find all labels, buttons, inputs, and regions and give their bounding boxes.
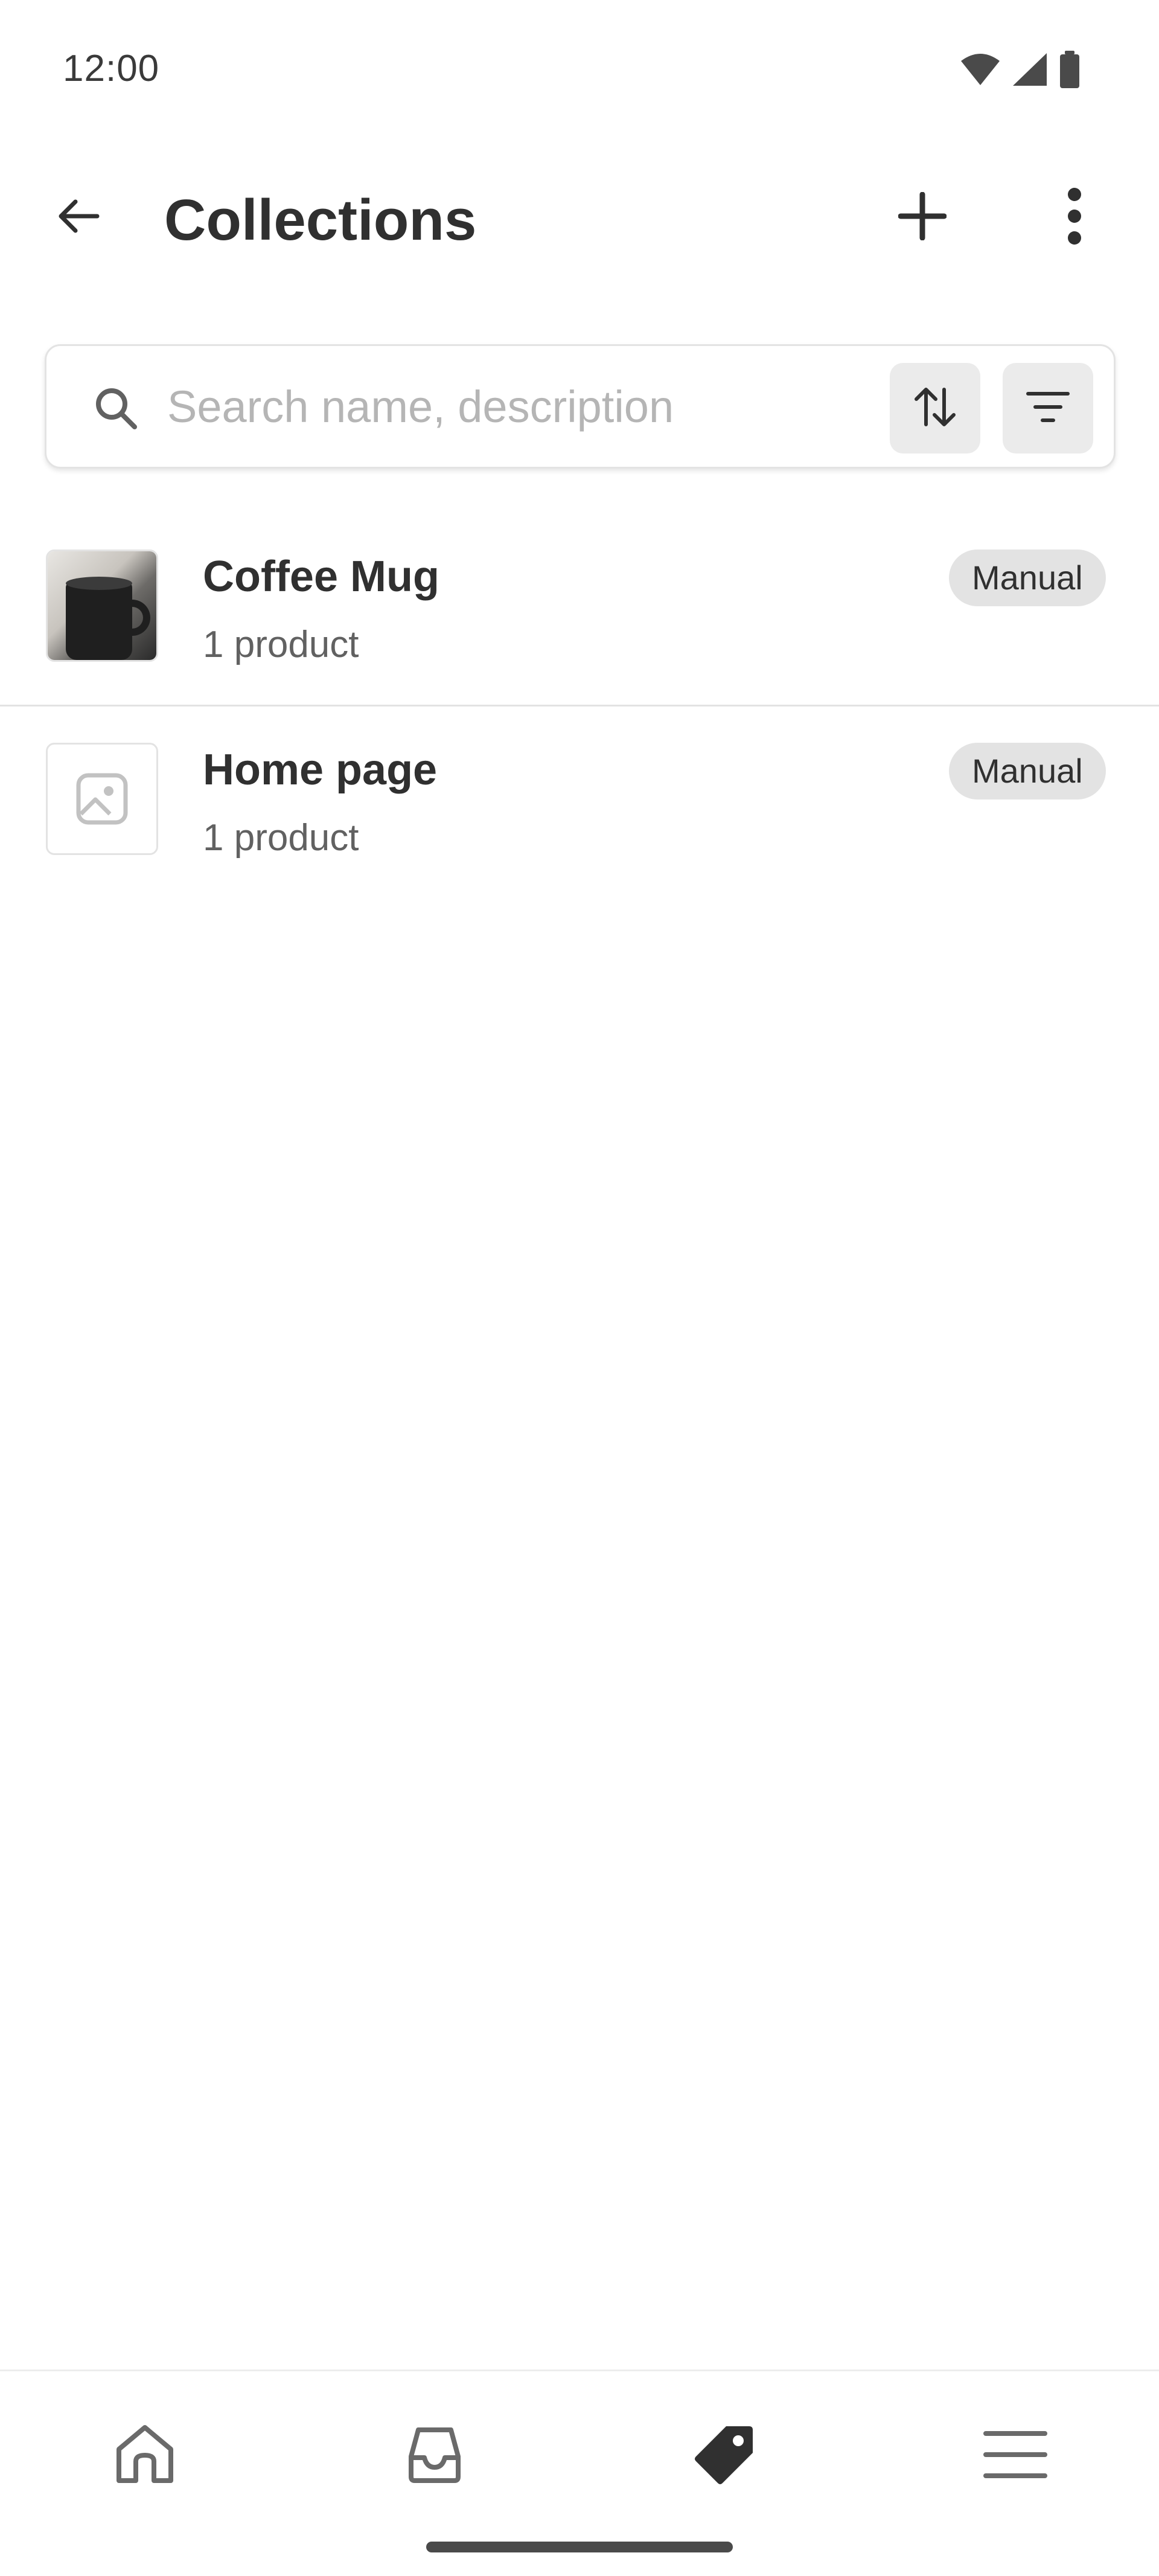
sort-arrows-icon <box>913 385 957 432</box>
collections-screen: 12:00 Collections Search name, descripti… <box>0 0 1159 2576</box>
collection-product-count: 1 product <box>203 624 359 665</box>
back-button[interactable] <box>48 187 109 248</box>
collection-row[interactable]: Home page 1 product Manual <box>0 706 1159 900</box>
cellular-signal-icon <box>1012 52 1048 87</box>
image-placeholder-icon <box>48 745 156 853</box>
filter-button[interactable] <box>1003 363 1093 453</box>
status-bar: 12:00 <box>0 0 1159 139</box>
collection-thumbnail <box>46 743 158 855</box>
collection-list: Coffee Mug 1 product Manual Home page 1 … <box>0 513 1159 900</box>
status-icons <box>960 51 1081 88</box>
page-title: Collections <box>164 188 477 252</box>
search-input[interactable] <box>166 370 860 443</box>
wifi-icon <box>960 53 1001 86</box>
collection-title: Home page <box>203 746 438 794</box>
more-options-button[interactable] <box>1044 187 1105 248</box>
collection-type-badge: Manual <box>949 743 1106 799</box>
nav-home[interactable] <box>103 2414 187 2498</box>
bottom-navigation <box>0 2369 1159 2576</box>
arrow-left-icon <box>57 199 100 236</box>
home-icon <box>112 2421 178 2491</box>
more-vertical-icon <box>1067 187 1082 248</box>
coffee-mug-photo <box>48 551 156 660</box>
filter-lines-icon <box>1026 390 1070 427</box>
collection-thumbnail <box>46 549 158 662</box>
collection-row[interactable]: Coffee Mug 1 product Manual <box>0 513 1159 706</box>
nav-orders[interactable] <box>392 2414 477 2498</box>
collection-type-badge: Manual <box>949 549 1106 606</box>
menu-icon <box>982 2427 1049 2485</box>
search-icon <box>95 387 137 432</box>
sort-button[interactable] <box>890 363 980 453</box>
nav-menu[interactable] <box>973 2414 1058 2498</box>
add-collection-button[interactable] <box>892 187 953 248</box>
products-tag-icon <box>691 2421 758 2491</box>
nav-products[interactable] <box>682 2414 767 2498</box>
battery-icon <box>1059 51 1081 88</box>
home-indicator[interactable] <box>426 2542 733 2552</box>
collection-product-count: 1 product <box>203 817 359 859</box>
plus-icon <box>898 191 947 243</box>
orders-inbox-icon <box>401 2421 468 2491</box>
collection-title: Coffee Mug <box>203 553 439 601</box>
search-bar <box>45 344 1116 469</box>
app-bar: Collections <box>0 157 1159 284</box>
status-time: 12:00 <box>63 48 160 89</box>
